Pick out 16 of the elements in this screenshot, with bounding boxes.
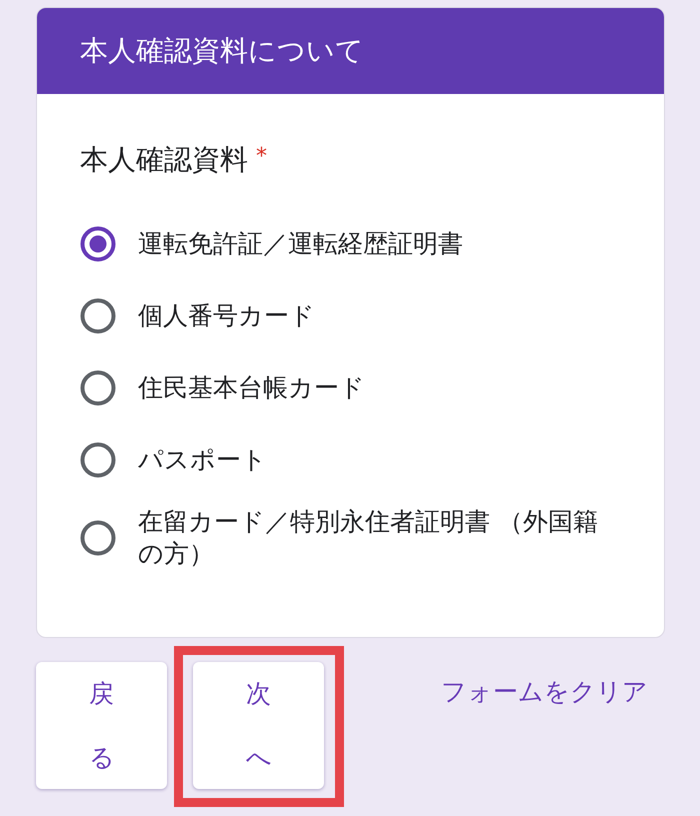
radio-button[interactable] <box>80 520 116 556</box>
question-label: 本人確認資料 <box>80 142 248 178</box>
radio-button[interactable] <box>80 370 116 406</box>
radio-button[interactable] <box>80 442 116 478</box>
option-label: パスポート <box>138 444 268 476</box>
option-label: 個人番号カード <box>138 300 316 332</box>
clear-form-link[interactable]: フォームをクリア <box>441 676 648 708</box>
option-label: 住民基本台帳カード <box>138 372 366 404</box>
back-button[interactable]: 戻る <box>36 662 167 789</box>
required-mark: * <box>256 143 267 171</box>
radio-button[interactable] <box>80 298 116 334</box>
radio-button[interactable] <box>80 226 116 262</box>
option-label: 運転免許証／運転経歴証明書 <box>138 228 464 260</box>
option-label: 在留カード／特別永住者証明書 （外国籍の方） <box>138 506 599 570</box>
section-title: 本人確認資料について <box>80 33 364 69</box>
next-button[interactable]: 次へ <box>193 662 324 789</box>
